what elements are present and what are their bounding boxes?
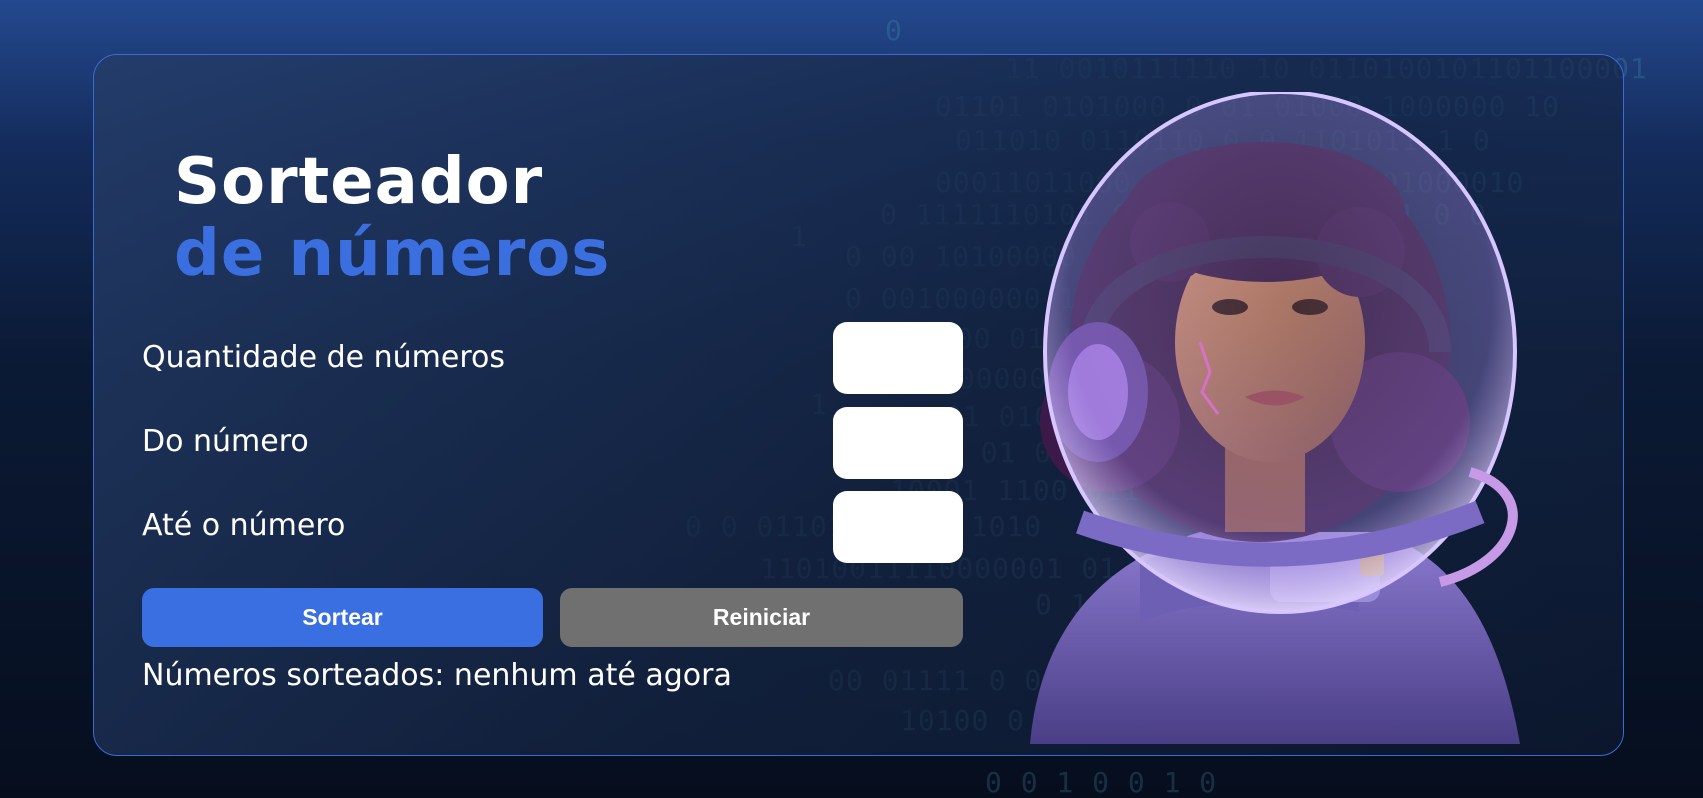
drawn-numbers-result: Números sorteados: nenhum até agora	[142, 658, 732, 693]
astronaut-girl-icon	[1030, 92, 1520, 744]
from-number-input[interactable]	[833, 407, 963, 479]
draw-button[interactable]: Sortear	[142, 588, 543, 647]
quantity-input[interactable]	[833, 322, 963, 394]
page-title: Sorteador de números	[174, 146, 610, 290]
quantity-label: Quantidade de números	[142, 340, 505, 375]
title-line-2: de números	[174, 217, 611, 291]
reset-button[interactable]: Reiniciar	[560, 588, 963, 647]
title-line-1: Sorteador	[174, 145, 544, 219]
to-number-label: Até o número	[142, 508, 346, 543]
to-number-input[interactable]	[833, 491, 963, 563]
from-number-label: Do número	[142, 424, 309, 459]
